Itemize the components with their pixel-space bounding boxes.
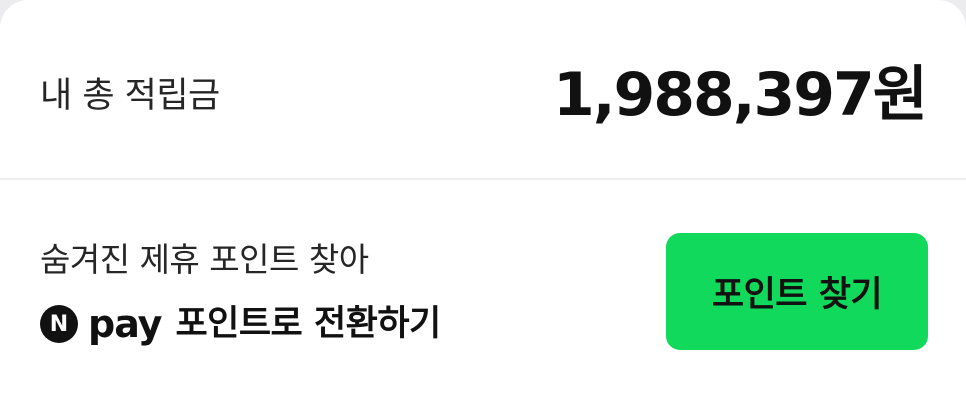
total-points-section: 내 총 적립금 1,988,397원 [0, 0, 966, 178]
total-points-amount: 1,988,397원 [552, 60, 928, 130]
find-points-button[interactable]: 포인트 찾기 [666, 233, 928, 350]
hidden-points-title: 숨겨진 제휴 포인트 찾아 [40, 240, 369, 279]
points-card: 내 총 적립금 1,988,397원 숨겨진 제휴 포인트 찾아 N pay 포… [0, 0, 966, 420]
total-points-label: 내 총 적립금 [40, 76, 220, 116]
find-hidden-points-section: 숨겨진 제휴 포인트 찾아 N pay 포인트로 전환하기 포인트 찾기 [0, 180, 966, 403]
npay-convert-description: 포인트로 전환하기 [175, 304, 441, 344]
npay-logo-text: pay [88, 302, 162, 346]
npay-convert-line: N pay 포인트로 전환하기 [40, 300, 441, 348]
naver-n-icon: N [40, 305, 78, 343]
find-points-button-label: 포인트 찾기 [711, 275, 883, 315]
